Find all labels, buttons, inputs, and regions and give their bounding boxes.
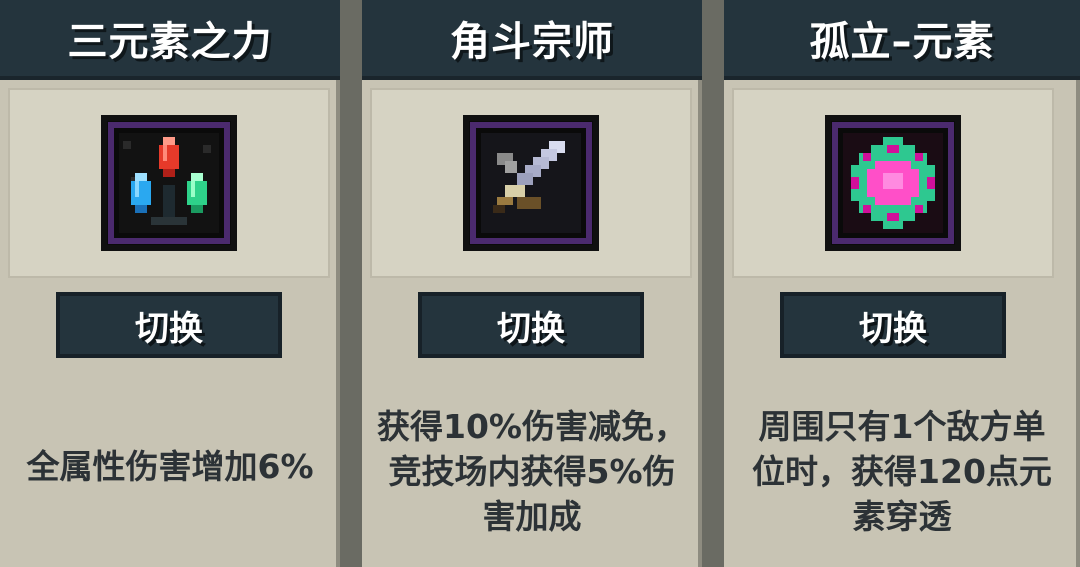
switch-button[interactable]: 切换 [56,292,282,358]
icon-panel [732,88,1054,278]
talent-selection-screen: 三元素之力 切换 全属性伤害增加6% 角斗宗师 切换 获得10%伤害减免， 竞技… [0,0,1080,567]
card-title: 角斗宗师 [450,19,614,65]
talent-description: 全属性伤害增加6% [26,447,314,486]
switch-button-label: 切换 [497,308,565,349]
icon-panel [370,88,692,278]
talent-description: 获得10%伤害减免， 竞技场内获得5%伤 害加成 [377,407,687,536]
card-header: 三元素之力 [0,0,340,80]
talent-description: 周围只有1个敌方单 位时，获得120点元 素穿透 [752,407,1052,536]
card-title: 孤立–元素 [809,19,995,65]
talent-card-gladiator-master: 角斗宗师 切换 获得10%伤害减免， 竞技场内获得5%伤 害加成 [362,0,702,567]
card-title: 三元素之力 [67,19,273,65]
icon-panel [8,88,330,278]
card-header: 角斗宗师 [362,0,702,80]
card-header: 孤立–元素 [724,0,1080,80]
switch-button-label: 切换 [859,308,927,349]
talent-card-three-elements: 三元素之力 切换 全属性伤害增加6% [0,0,340,567]
talent-card-isolated-element: 孤立–元素 切换 周围只有1个敌方单 位时，获得120点元 素穿透 [724,0,1080,567]
switch-button[interactable]: 切换 [780,292,1006,358]
switch-button-label: 切换 [135,308,203,349]
three-elements-gems-icon [101,115,237,251]
gladiator-sword-icon [463,115,599,251]
isolated-element-crystal-icon [825,115,961,251]
switch-button[interactable]: 切换 [418,292,644,358]
